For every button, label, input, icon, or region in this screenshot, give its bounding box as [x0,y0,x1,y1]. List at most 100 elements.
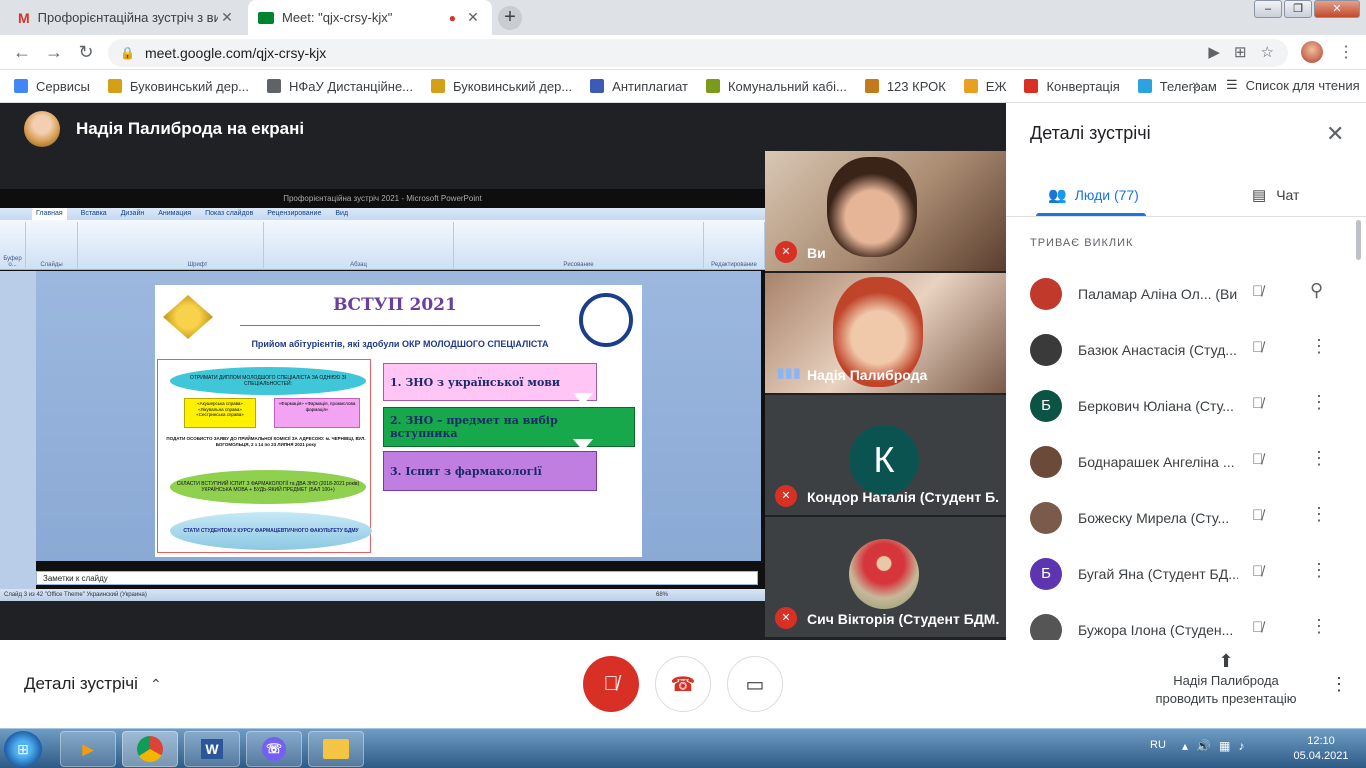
ppt-slide-thumbnails [0,271,36,589]
panel-scrollbar[interactable] [1356,220,1361,260]
bookmark-item[interactable]: Буковинський дер... [431,79,572,94]
tile-name: Сич Вікторія (Студент БДМ... [807,611,999,627]
apply-text: ПОДАТИ ОСОБИСТО ЗАЯВУ ДО ПРИЙМАЛЬНОЇ КОМ… [166,436,366,447]
close-window-button[interactable]: ✕ [1314,0,1360,18]
bookmark-item[interactable]: НФаУ Дистанційне... [267,79,413,94]
bookmark-item[interactable]: Буковинський дер... [107,79,249,94]
mic-off-icon[interactable]: 🎙̸ [1252,619,1263,636]
mic-off-icon[interactable]: 🎙̸ [1252,507,1263,524]
tab-active[interactable]: Meet: "qjx-crsy-kjx" ● ✕ [248,0,492,35]
maximize-button[interactable]: ❐ [1284,0,1312,18]
more-options-icon[interactable]: ⋮ [1330,674,1348,695]
viber-icon: ☏ [262,737,286,761]
step-2-box: 2. ЗНО – предмет на вибір вступника [383,407,635,447]
bookmark-item[interactable]: 123 КРОК [864,79,946,94]
address-bar[interactable]: 🔒 meet.google.com/qjx-crsy-kjx [108,39,1288,67]
tray-expand-icon[interactable]: ▴ [1182,739,1188,753]
university-logo [163,295,213,339]
ppt-ribbon-tabs: Главная Вставка Дизайн Анимация Показ слайдо… [0,208,765,220]
language-indicator[interactable]: RU [1150,739,1166,751]
participant-tile[interactable]: ✕ Сич Вікторія (Студент БДМ... [765,517,1006,637]
participant-row[interactable]: Б Беркович Юліана (Сту... 🎙̸ ⋮ [1030,378,1342,434]
tab-inactive[interactable]: M Профорієнтаційна зустріч з ви ✕ [8,0,246,35]
tab-chat[interactable]: ▤ Чат [1252,173,1299,217]
participant-row[interactable]: Б Бугай Яна (Студент БД... 🎙̸ ⋮ [1030,546,1342,602]
bookmark-star-icon[interactable]: ☆ [1261,43,1274,61]
camera-toggle-button[interactable]: ▭ [727,656,783,712]
new-tab-button[interactable]: + [498,6,522,30]
mic-off-icon[interactable]: 🎙̸ [1252,451,1263,468]
university-icon [107,79,122,93]
start-button[interactable]: ⊞ [4,731,42,767]
participant-row[interactable]: Боднарашек Ангеліна ... 🎙̸ ⋮ [1030,434,1342,490]
speaker-icon[interactable]: ♪ [1238,739,1244,753]
lock-icon[interactable]: 🔒 [120,46,135,60]
more-icon[interactable]: ⋮ [1310,336,1328,357]
participant-tile-presenter[interactable]: ▮▮▮ Надія Палиброда [765,273,1006,393]
bookmark-item[interactable]: Телеграм [1137,79,1217,94]
more-icon[interactable]: ⋮ [1310,504,1328,525]
back-icon[interactable]: ← [10,41,34,65]
gmail-icon: M [18,9,30,26]
bookmark-item[interactable]: Антиплагиат [590,79,688,94]
mic-off-icon[interactable]: 🎙̸ [1252,563,1263,580]
bookmark-item[interactable]: ЕЖ [963,79,1006,94]
participant-name: Паламар Аліна Ол... (Ви) [1078,286,1238,302]
tab-people[interactable]: 👥 Люди (77) [1048,173,1139,217]
more-icon[interactable]: ⋮ [1310,448,1328,469]
chevron-up-icon: ⌃ [149,675,162,692]
more-icon[interactable]: ⋮ [1310,560,1328,581]
bookmark-item[interactable]: Конвертація [1024,79,1120,94]
leave-call-button[interactable]: ☎ [655,656,711,712]
participant-row[interactable]: Паламар Аліна Ол... (Ви) 🎙̸ ⚲ [1030,266,1342,322]
meeting-details-button[interactable]: Деталі зустрічі ⌃ [24,674,162,694]
system-clock[interactable]: 12:10 05.04.2021 [1290,734,1352,764]
reload-icon[interactable]: ↻ [74,41,98,65]
microphone-toggle-button[interactable]: 🎙̸ [583,656,639,712]
tile-name: Ви [807,245,826,261]
minimize-button[interactable]: – [1254,0,1282,18]
participant-name: Боднарашек Ангеліна ... [1078,454,1235,470]
participant-tile-self[interactable]: ✕ Ви [765,151,1006,271]
hang-up-icon: ☎ [670,673,696,696]
bookmarks-bar: Сервисы Буковинський дер... НФаУ Дистанцій… [0,70,1366,103]
participant-row[interactable]: Божеску Мирела (Сту... 🎙̸ ⋮ [1030,490,1342,546]
participant-tile[interactable]: К ✕ Кондор Наталія (Студент Б... [765,395,1006,515]
ppt-tab: Показ слайдов [205,210,254,217]
media-player-taskbar-button[interactable]: ▶ [60,731,116,767]
close-icon[interactable]: ✕ [1326,121,1344,147]
mic-off-icon[interactable]: 🎙̸ [1252,339,1263,356]
browser-menu-icon[interactable]: ⋮ [1338,42,1354,62]
tab-close-icon[interactable]: ✕ [464,9,482,26]
bookmark-label: Сервисы [36,78,90,94]
profile-avatar[interactable] [1301,41,1323,63]
mic-off-icon[interactable]: 🎙̸ [1252,395,1263,412]
camera-permission-icon[interactable]: ▶ [1208,43,1220,61]
forward-icon[interactable]: → [42,41,66,65]
down-arrow-icon [573,393,593,405]
more-icon[interactable]: ⋮ [1310,616,1328,637]
word-taskbar-button[interactable]: W [184,731,240,767]
network-icon[interactable]: ▦ [1219,739,1230,753]
bookmark-item[interactable]: Комунальний кабі... [705,79,847,94]
pin-icon[interactable]: ⚲ [1310,280,1323,301]
ppt-ribbon-group-label: Шрифт [187,262,208,268]
participant-row[interactable]: Базюк Анастасія (Студ... 🎙̸ ⋮ [1030,322,1342,378]
ppt-notes[interactable]: Заметки к слайду [36,571,758,585]
tab-title: Meet: "qjx-crsy-kjx" [282,10,393,25]
more-icon[interactable]: ⋮ [1310,392,1328,413]
chrome-taskbar-button[interactable] [122,731,178,767]
mic-off-icon[interactable]: 🎙̸ [1252,283,1263,300]
apps-icon [14,79,28,93]
volume-icon[interactable]: 🔊 [1196,739,1211,753]
slide-title: ВСТУП 2021 [333,295,457,315]
explorer-taskbar-button[interactable] [308,731,364,767]
reading-list-button[interactable]: ☰ Список для чтения [1226,77,1360,93]
bookmark-item[interactable]: Сервисы [14,79,90,94]
bookmarks-overflow-icon[interactable]: » [1192,76,1200,92]
tab-close-icon[interactable]: ✕ [218,9,236,26]
word-icon: W [201,739,223,759]
translate-icon[interactable]: ⊞ [1234,43,1247,61]
presentation-status[interactable]: ⬆ Надія Палиброда проводить презентацію [1136,652,1316,708]
viber-taskbar-button[interactable]: ☏ [246,731,302,767]
